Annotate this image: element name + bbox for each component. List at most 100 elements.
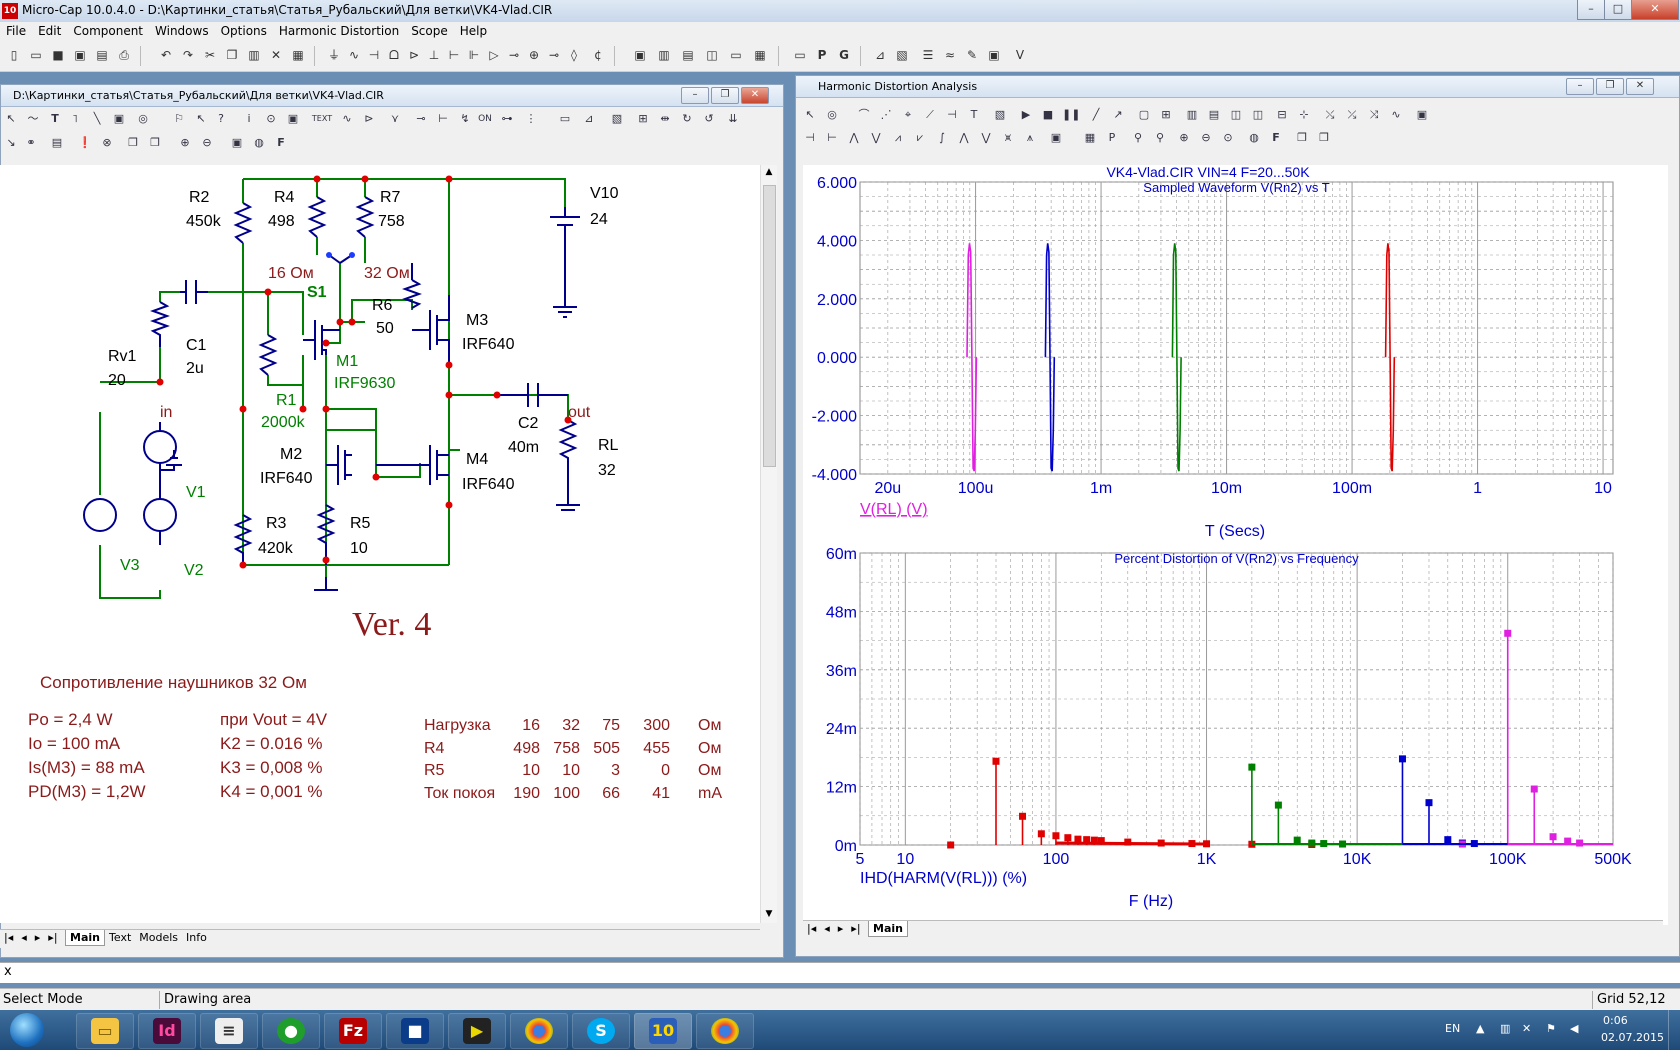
- cut-icon[interactable]: ✂: [202, 47, 218, 63]
- waveform-icon[interactable]: ≈: [942, 47, 958, 63]
- tab-first-button[interactable]: |◂: [0, 930, 17, 945]
- point-icon[interactable]: ⋰: [878, 107, 894, 123]
- layers-icon[interactable]: ❐: [125, 135, 141, 151]
- current-arrow-icon[interactable]: ↯: [457, 111, 473, 127]
- flip-x-icon[interactable]: ⇹: [657, 111, 673, 127]
- print-icon[interactable]: ⎙: [116, 47, 132, 63]
- page-icon[interactable]: P: [814, 47, 830, 63]
- settings-icon[interactable]: ▣: [1048, 130, 1064, 146]
- text-icon[interactable]: T: [47, 111, 63, 127]
- tab-prev-button[interactable]: ◂: [17, 930, 31, 945]
- calculator-icon[interactable]: ▦: [752, 47, 768, 63]
- tray-flag-icon[interactable]: ⚑: [1546, 1022, 1556, 1035]
- plot-zoom-in-icon[interactable]: ⊕: [1176, 130, 1192, 146]
- menu-component[interactable]: Component: [67, 22, 149, 38]
- source-icon[interactable]: ⊕: [526, 47, 542, 63]
- grid-toggle-icon[interactable]: ⊞: [1158, 107, 1174, 123]
- menu-scope[interactable]: Scope: [405, 22, 454, 38]
- peak-find-icon[interactable]: ⋀: [846, 130, 862, 146]
- resistor-icon[interactable]: ∿: [346, 47, 362, 63]
- delete-icon[interactable]: ✕: [268, 47, 284, 63]
- schematic-restore-button[interactable]: ❐: [711, 87, 739, 104]
- clock-date[interactable]: 02.07.2015: [1601, 1031, 1664, 1044]
- help-pointer-icon[interactable]: ↖: [193, 111, 209, 127]
- info-icon[interactable]: i: [241, 111, 257, 127]
- shapes-menu-icon[interactable]: ◎: [824, 107, 840, 123]
- current-source-icon[interactable]: ◊: [566, 47, 582, 63]
- taskbar-green-app[interactable]: ●: [262, 1013, 320, 1049]
- pin-connect-icon[interactable]: ⊸: [413, 111, 429, 127]
- bold-grid-icon[interactable]: ▥: [1184, 107, 1200, 123]
- analysis-tab-first[interactable]: |◂: [803, 921, 820, 936]
- menu-harmonic-distortion[interactable]: Harmonic Distortion: [273, 22, 405, 38]
- step-icon[interactable]: ⇊: [725, 111, 741, 127]
- wire-icon[interactable]: 〜: [25, 111, 41, 127]
- curve-icon[interactable]: ⌒: [856, 107, 872, 123]
- text-tool-icon[interactable]: T: [966, 107, 982, 123]
- switch-icon[interactable]: ⊸: [506, 47, 522, 63]
- print-preview-icon[interactable]: ▤: [94, 47, 110, 63]
- taskbar-notepad[interactable]: ≡: [200, 1013, 258, 1049]
- open-folder-icon[interactable]: ▭: [28, 47, 44, 63]
- axis-3-icon[interactable]: ⊟: [1274, 107, 1290, 123]
- tab-text[interactable]: Text: [105, 930, 135, 945]
- top-icon[interactable]: ⩙: [1000, 130, 1016, 146]
- node-icon[interactable]: ∿: [339, 111, 355, 127]
- mirror-icon[interactable]: ⊞: [635, 111, 651, 127]
- select-all-icon[interactable]: ▦: [290, 47, 306, 63]
- wave-icon[interactable]: ∿: [1388, 107, 1404, 123]
- redo-icon[interactable]: ↷: [180, 47, 196, 63]
- plot-zoom-fit-icon[interactable]: ⊙: [1220, 130, 1236, 146]
- taskbar-skype[interactable]: S: [572, 1013, 630, 1049]
- schematic-close-button[interactable]: ✕: [741, 87, 769, 104]
- layers-2-icon[interactable]: ❐: [147, 135, 163, 151]
- schematic-vertical-scrollbar[interactable]: ▲ ▼: [760, 165, 777, 923]
- globe-plot-icon[interactable]: ◍: [1246, 130, 1262, 146]
- undo-icon[interactable]: ↶: [158, 47, 174, 63]
- tab-main[interactable]: Main: [65, 930, 106, 946]
- inflection-icon[interactable]: ∫: [934, 130, 950, 146]
- probe-icon[interactable]: ⊸: [546, 47, 562, 63]
- global-high-icon[interactable]: ⋀: [956, 130, 972, 146]
- valley-find-icon[interactable]: ⋁: [868, 130, 884, 146]
- tray-speaker-icon[interactable]: ◀: [1570, 1022, 1578, 1035]
- bound-icon[interactable]: ▭: [557, 111, 573, 127]
- paste-icon[interactable]: ▥: [246, 47, 262, 63]
- run-icon[interactable]: ▶: [1018, 107, 1034, 123]
- flip-icon[interactable]: ⊿: [581, 111, 597, 127]
- global-low-icon[interactable]: ⋁: [978, 130, 994, 146]
- camera-icon[interactable]: ▣: [229, 135, 245, 151]
- voltage-probe-icon[interactable]: V: [1012, 47, 1028, 63]
- low-icon[interactable]: ⩗: [912, 130, 928, 146]
- pointer-icon[interactable]: ↖: [802, 107, 818, 123]
- plot-zoom-out-icon[interactable]: ⊖: [1198, 130, 1214, 146]
- minor-grid-icon[interactable]: ▤: [1206, 107, 1222, 123]
- taskbar-indesign[interactable]: Id: [138, 1013, 196, 1049]
- text-toggle-icon[interactable]: TEXT: [311, 111, 333, 127]
- tray-close-icon[interactable]: ✕: [1522, 1022, 1531, 1035]
- tab-last-button[interactable]: ▸|: [44, 930, 61, 945]
- schematic-minimize-button[interactable]: –: [681, 87, 709, 104]
- help-icon[interactable]: ?: [213, 111, 229, 127]
- analysis-tab-prev[interactable]: ◂: [820, 921, 834, 936]
- start-button[interactable]: [0, 1010, 56, 1050]
- connect-icon[interactable]: ⊶: [499, 111, 515, 127]
- go-icon[interactable]: G: [836, 47, 852, 63]
- tray-expand-icon[interactable]: ▲: [1476, 1022, 1484, 1035]
- binoculars-icon[interactable]: ⚭: [23, 135, 39, 151]
- tab-next-button[interactable]: ▸: [31, 930, 45, 945]
- analysis-restore-button[interactable]: ❐: [1596, 78, 1624, 95]
- close-button[interactable]: ✕: [1631, 0, 1679, 20]
- voltage-icon[interactable]: ¢: [590, 47, 606, 63]
- menu-file[interactable]: File: [0, 22, 32, 38]
- comment-icon[interactable]: ▤: [49, 135, 65, 151]
- tab-info[interactable]: Info: [182, 930, 211, 945]
- component-panel-icon[interactable]: ▭: [792, 47, 808, 63]
- stop-run-icon[interactable]: ■: [1040, 107, 1056, 123]
- line-draw-icon[interactable]: ╱: [1088, 107, 1104, 123]
- analysis-minimize-button[interactable]: –: [1566, 78, 1594, 95]
- cursor-right-icon[interactable]: ⊢: [824, 130, 840, 146]
- tag-slope-icon[interactable]: ⟋: [922, 107, 938, 123]
- taskbar-chrome-2[interactable]: [696, 1013, 754, 1049]
- stop-icon[interactable]: ⊗: [99, 135, 115, 151]
